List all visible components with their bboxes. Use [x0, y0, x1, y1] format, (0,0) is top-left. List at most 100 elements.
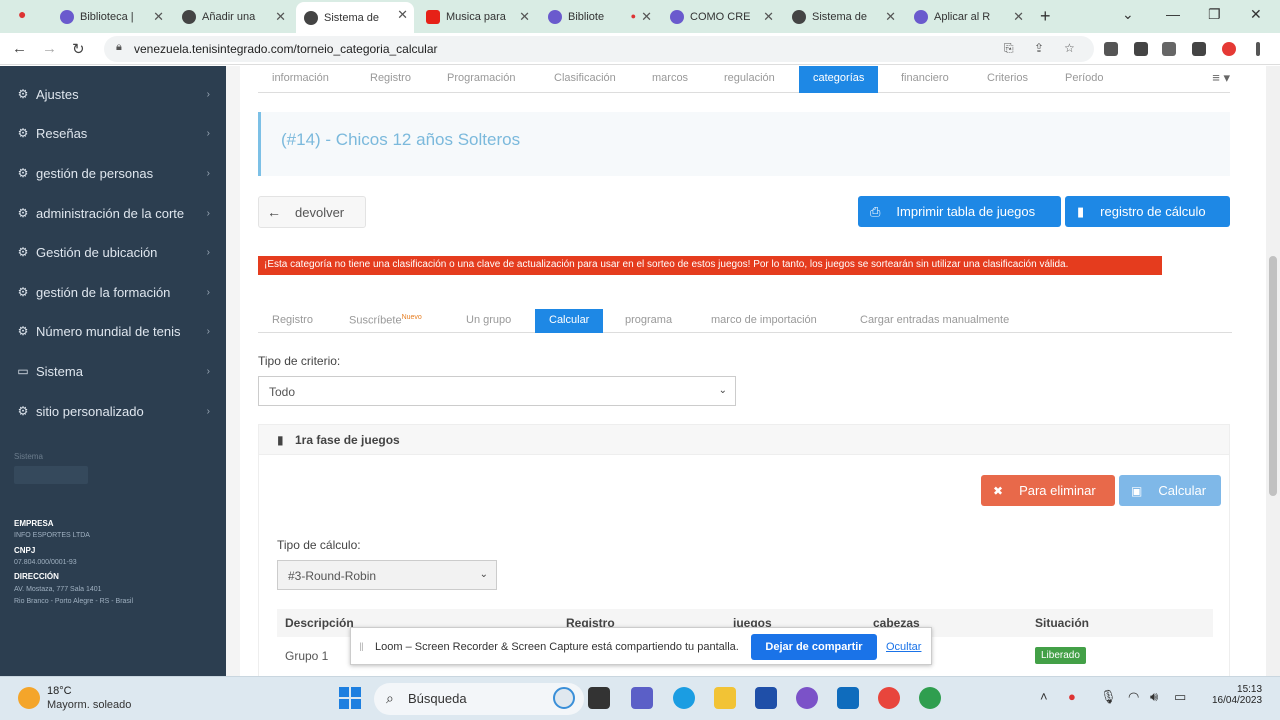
sidebar-item-administracion-corte[interactable]: ⚙ administración de la corte › — [0, 194, 226, 232]
chrome-profile-icon[interactable] — [919, 687, 941, 709]
start-button[interactable] — [339, 687, 361, 709]
lock-icon[interactable]: 🔒︎ — [116, 41, 122, 54]
translate-icon[interactable]: ⎘ — [1004, 41, 1014, 56]
browser-tab-active[interactable]: Sistema de ✕ — [296, 2, 414, 33]
close-tab-icon[interactable]: ✕ — [641, 9, 652, 25]
tab-financiero[interactable]: financiero — [901, 72, 949, 84]
bing-icon[interactable] — [553, 687, 575, 709]
record-icon[interactable]: ● — [1068, 689, 1076, 704]
tab-regulacion[interactable]: regulación — [724, 72, 775, 84]
phase-panel-header: ▮ 1ra fase de juegos — [259, 425, 1229, 455]
clock-time: 15:13 — [1237, 684, 1263, 695]
browser-tab[interactable]: Biblioteca | ✕ — [52, 4, 170, 30]
hide-banner-link[interactable]: Ocultar — [886, 641, 921, 653]
chrome-icon[interactable] — [878, 687, 900, 709]
file-explorer-icon[interactable] — [714, 687, 736, 709]
close-tab-icon[interactable]: ✕ — [763, 9, 774, 25]
sidebar-item-gestion-personas[interactable]: ⚙ gestión de personas › — [0, 154, 226, 192]
microphone-icon[interactable]: 🎙︎ — [1100, 689, 1117, 705]
subtab-registro[interactable]: Registro — [272, 314, 313, 326]
close-tab-icon[interactable]: ✕ — [885, 9, 896, 25]
print-button-label: Imprimir tabla de juegos — [896, 204, 1036, 219]
calculate-button[interactable]: ▣ Calcular — [1119, 475, 1221, 506]
browser-tab[interactable]: Musica para ✕ — [418, 4, 536, 30]
kebab-menu-icon[interactable] — [1256, 42, 1260, 56]
mail-icon[interactable] — [837, 687, 859, 709]
tab-categorias[interactable]: categorías — [799, 66, 879, 93]
edge-icon[interactable] — [673, 687, 695, 709]
scrollbar-thumb[interactable] — [1269, 256, 1277, 496]
subtab-calcular[interactable]: Calcular — [535, 309, 604, 333]
chevron-right-icon: › — [206, 246, 210, 258]
browser-tab[interactable]: Sistema de ✕ — [784, 4, 902, 30]
battery-icon[interactable]: ▭ — [1174, 689, 1186, 705]
teams-icon[interactable] — [631, 687, 653, 709]
close-window-icon[interactable]: ✕ — [1250, 6, 1262, 23]
close-tab-icon[interactable]: ✕ — [397, 7, 408, 23]
close-tab-icon[interactable]: ✕ — [519, 9, 530, 25]
tab-informacion[interactable]: información — [272, 72, 329, 84]
sidebar-item-sitio-personalizado[interactable]: ⚙ sitio personalizado › — [0, 392, 226, 430]
print-games-table-button[interactable]: ⎙ Imprimir tabla de juegos — [858, 196, 1061, 227]
sidebar-item-gestion-ubicacion[interactable]: ⚙ Gestión de ubicación › — [0, 233, 226, 271]
minimize-icon[interactable]: — — [1166, 6, 1180, 22]
stop-sharing-button[interactable]: Dejar de compartir — [751, 634, 877, 660]
criteria-type-select[interactable]: Todo ⌄ — [258, 376, 736, 406]
new-tab-button[interactable]: + — [1040, 6, 1051, 27]
weather-sun-icon[interactable] — [18, 687, 40, 709]
browser-tab[interactable]: Añadir una ✕ — [174, 4, 292, 30]
back-icon[interactable]: ← — [12, 40, 27, 57]
tab-clasificacion[interactable]: Clasificación — [554, 72, 616, 84]
reading-list-icon[interactable] — [1162, 42, 1176, 56]
restore-icon[interactable]: ❐ — [1208, 6, 1221, 23]
sidebar-item-gestion-formacion[interactable]: ⚙ gestión de la formación › — [0, 273, 226, 311]
delete-button[interactable]: ✖ Para eliminar — [981, 475, 1115, 506]
puzzle-icon[interactable] — [1134, 42, 1148, 56]
tab-search-icon[interactable]: ⌄ — [1122, 6, 1134, 23]
subtab-un-grupo[interactable]: Un grupo — [466, 314, 511, 326]
calc-type-select[interactable]: #3-Round-Robin ⌄ — [277, 560, 497, 590]
chevron-up-icon[interactable]: ˄ — [1040, 689, 1048, 704]
extension-icon[interactable] — [1104, 42, 1118, 56]
close-tab-icon[interactable]: ✕ — [275, 9, 286, 25]
sidebar-item-numero-mundial[interactable]: ⚙ Número mundial de tenis › — [0, 312, 226, 350]
tab-periodo[interactable]: Período — [1065, 72, 1104, 84]
share-icon[interactable]: ⇪ — [1034, 41, 1044, 55]
subtab-cargar-entradas[interactable]: Cargar entradas manualmente — [860, 314, 1009, 326]
task-view-icon[interactable] — [588, 687, 610, 709]
tab-programacion[interactable]: Programación — [447, 72, 515, 84]
sidebar-item-resenas[interactable]: ⚙ Reseñas › — [0, 114, 226, 152]
tab-registro[interactable]: Registro — [370, 72, 411, 84]
side-panel-icon[interactable] — [1192, 42, 1206, 56]
reload-icon[interactable]: ↻ — [72, 40, 85, 58]
weather-temperature[interactable]: 18°C — [47, 685, 72, 697]
bookmark-star-icon[interactable]: ☆ — [1064, 41, 1075, 55]
address-bar[interactable]: 🔒︎ venezuela.tenisintegrado.com/torneio_… — [104, 36, 1094, 62]
tab-marcos[interactable]: marcos — [652, 72, 688, 84]
wifi-icon[interactable]: ◠ — [1128, 689, 1139, 705]
back-button-label: devolver — [295, 204, 345, 220]
close-tab-icon[interactable]: ✕ — [153, 9, 164, 25]
volume-icon[interactable]: 🔊︎ — [1150, 689, 1158, 705]
forward-icon[interactable]: → — [42, 40, 57, 57]
store-icon[interactable] — [755, 687, 777, 709]
back-button[interactable]: ← devolver — [258, 196, 366, 228]
sidebar-item-ajustes[interactable]: ⚙ Ajustes › — [0, 75, 226, 113]
hamburger-menu-icon[interactable]: ≡ ▾ — [1212, 70, 1230, 86]
browser-tab[interactable]: Bibliote ● ✕ — [540, 4, 658, 30]
profile-avatar[interactable] — [1222, 42, 1236, 56]
tab-criterios[interactable]: Criterios — [987, 72, 1028, 84]
system-clock[interactable]: 15:13 16/04/2023 — [1212, 684, 1263, 706]
sidebar-item-sistema[interactable]: ▭ Sistema › — [0, 352, 226, 390]
close-tab-icon[interactable]: ✕ — [1013, 9, 1024, 25]
page-scrollbar[interactable] — [1266, 66, 1280, 676]
subtab-suscribete[interactable]: SuscríbeteNuevo — [349, 314, 422, 327]
calculation-log-button[interactable]: ▮ registro de cálculo — [1065, 196, 1230, 227]
browser-tab[interactable]: Aplicar al R ✕ — [906, 4, 1030, 30]
subtab-programa[interactable]: programa — [625, 314, 672, 326]
browser-tab[interactable]: COMO CRE ✕ — [662, 4, 780, 30]
subtab-marco-importacion[interactable]: marco de importación — [711, 314, 817, 326]
app-icon[interactable] — [796, 687, 818, 709]
drag-handle-icon[interactable]: ‖ — [359, 640, 364, 654]
weather-description[interactable]: Mayorm. soleado — [47, 699, 131, 711]
